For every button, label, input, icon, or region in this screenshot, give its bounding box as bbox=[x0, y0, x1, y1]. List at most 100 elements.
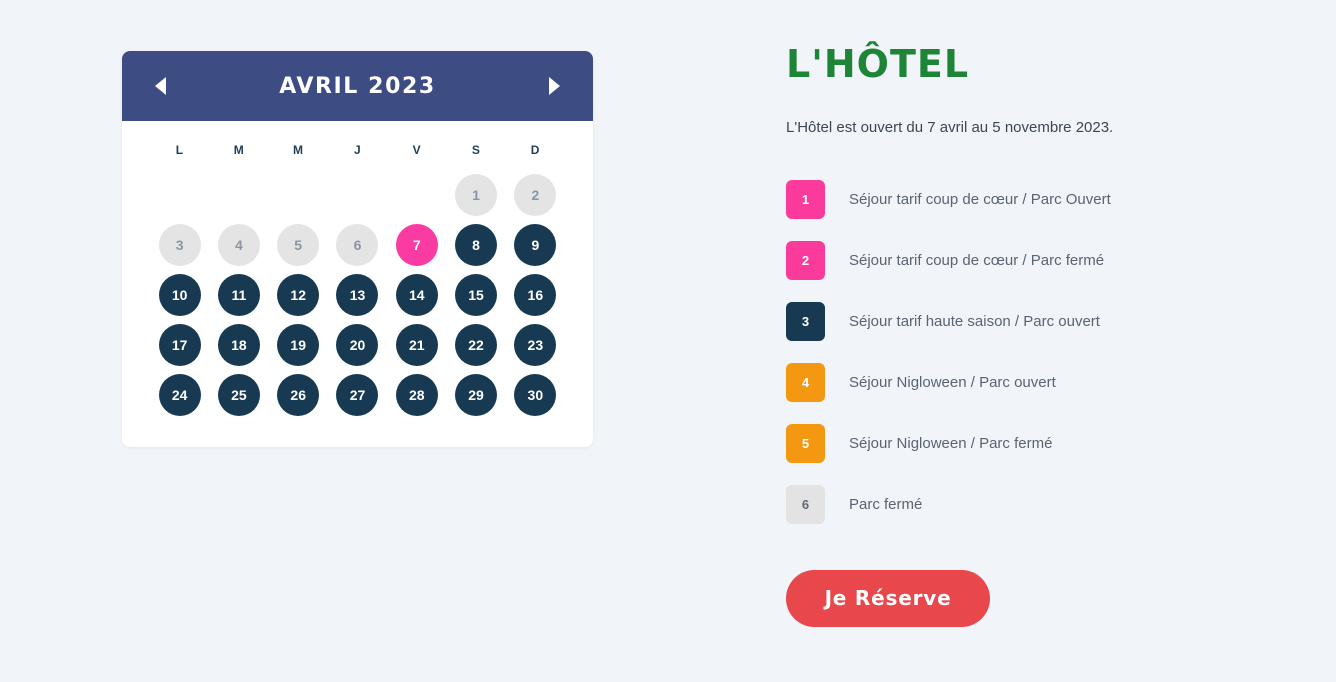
calendar-day-25[interactable]: 25 bbox=[217, 374, 260, 416]
calendar-day-cell: 9 bbox=[506, 223, 565, 267]
calendar-day-cell: 27 bbox=[328, 373, 387, 417]
calendar-day-cell: 1 bbox=[446, 173, 505, 217]
calendar-day-cell: 26 bbox=[269, 373, 328, 417]
calendar-day-3: 3 bbox=[158, 224, 201, 266]
calendar-day-cell: 6 bbox=[328, 223, 387, 267]
calendar-day-cell: 13 bbox=[328, 273, 387, 317]
calendar-day-11[interactable]: 11 bbox=[217, 274, 260, 316]
calendar-day-cell: 20 bbox=[328, 323, 387, 367]
calendar-day-24[interactable]: 24 bbox=[158, 374, 201, 416]
weekday-label: M bbox=[293, 143, 304, 157]
calendar-day-cell: 16 bbox=[506, 273, 565, 317]
legend-label: Séjour tarif haute saison / Parc ouvert bbox=[849, 312, 1100, 330]
calendar-day-cell: 24 bbox=[150, 373, 209, 417]
calendar-days-grid: 1 2 3 4 5 6 7 8 9 10 11 12 13 14 15 16 17 18 19 20 21 22 23 24 2… bbox=[122, 157, 593, 447]
calendar-month-title: AVRIL 2023 bbox=[279, 73, 436, 99]
calendar-day-cell: 23 bbox=[506, 323, 565, 367]
calendar-day-22[interactable]: 22 bbox=[455, 324, 498, 366]
legend-item: 4 Séjour Nigloween / Parc ouvert bbox=[786, 352, 1256, 413]
calendar-day-cell: 19 bbox=[269, 323, 328, 367]
calendar-day-empty bbox=[328, 173, 387, 217]
legend-label: Séjour Nigloween / Parc ouvert bbox=[849, 373, 1056, 391]
legend-swatch-5: 5 bbox=[786, 423, 825, 463]
calendar-day-cell: 28 bbox=[387, 373, 446, 417]
weekday-label: S bbox=[471, 143, 481, 157]
calendar-day-8[interactable]: 8 bbox=[455, 224, 498, 266]
legend-swatch-1: 1 bbox=[786, 179, 825, 219]
calendar-card: AVRIL 2023 LMMJVSD 1 2 3 4 5 6 7 8 9 10 11 12 13 14 15… bbox=[122, 51, 593, 447]
legend-list: 1 Séjour tarif coup de cœur / Parc Ouvert… bbox=[786, 169, 1256, 535]
calendar-header: AVRIL 2023 bbox=[122, 51, 593, 121]
hotel-info-panel: L'HÔTEL L'Hôtel est ouvert du 7 avril au… bbox=[786, 42, 1256, 627]
calendar-day-cell: 29 bbox=[446, 373, 505, 417]
weekday-header-row: LMMJVSD bbox=[122, 121, 593, 157]
calendar-day-29[interactable]: 29 bbox=[455, 374, 498, 416]
calendar-day-12[interactable]: 12 bbox=[277, 274, 320, 316]
prev-month-button[interactable] bbox=[148, 73, 174, 99]
legend-label: Séjour Nigloween / Parc fermé bbox=[849, 434, 1053, 452]
legend-label: Parc fermé bbox=[849, 495, 923, 513]
weekday-label: L bbox=[175, 143, 184, 157]
chevron-right-icon bbox=[544, 75, 564, 97]
calendar-day-14[interactable]: 14 bbox=[395, 274, 438, 316]
legend-swatch-2: 2 bbox=[786, 240, 825, 280]
weekday-label: J bbox=[353, 143, 362, 157]
calendar-day-cell: 3 bbox=[150, 223, 209, 267]
calendar-day-cell: 14 bbox=[387, 273, 446, 317]
calendar-day-cell: 15 bbox=[446, 273, 505, 317]
legend-item: 3 Séjour tarif haute saison / Parc ouvert bbox=[786, 291, 1256, 352]
calendar-day-7[interactable]: 7 bbox=[395, 224, 438, 266]
calendar-day-20[interactable]: 20 bbox=[336, 324, 379, 366]
legend-item: 1 Séjour tarif coup de cœur / Parc Ouvert bbox=[786, 169, 1256, 230]
calendar-day-cell: 4 bbox=[209, 223, 268, 267]
calendar-day-6: 6 bbox=[336, 224, 379, 266]
calendar-day-cell: 25 bbox=[209, 373, 268, 417]
calendar-day-30[interactable]: 30 bbox=[514, 374, 557, 416]
calendar-day-2: 2 bbox=[514, 174, 557, 216]
calendar-day-17[interactable]: 17 bbox=[158, 324, 201, 366]
calendar-day-cell: 2 bbox=[506, 173, 565, 217]
legend-swatch-4: 4 bbox=[786, 362, 825, 402]
calendar-day-19[interactable]: 19 bbox=[277, 324, 320, 366]
calendar-day-23[interactable]: 23 bbox=[514, 324, 557, 366]
calendar-day-16[interactable]: 16 bbox=[514, 274, 557, 316]
calendar-day-cell: 11 bbox=[209, 273, 268, 317]
calendar-day-cell: 22 bbox=[446, 323, 505, 367]
page-title: L'HÔTEL bbox=[786, 42, 970, 86]
reserve-button[interactable]: Je Réserve bbox=[786, 569, 990, 627]
calendar-day-empty bbox=[269, 173, 328, 217]
weekday-label: M bbox=[233, 143, 245, 157]
legend-label: Séjour tarif coup de cœur / Parc fermé bbox=[849, 251, 1105, 269]
calendar-day-empty bbox=[209, 173, 268, 217]
opening-period-text: L'Hôtel est ouvert du 7 avril au 5 novem… bbox=[786, 118, 1114, 136]
calendar-day-21[interactable]: 21 bbox=[395, 324, 438, 366]
calendar-day-18[interactable]: 18 bbox=[217, 324, 260, 366]
calendar-day-cell: 10 bbox=[150, 273, 209, 317]
calendar-day-28[interactable]: 28 bbox=[395, 374, 438, 416]
calendar-day-4: 4 bbox=[217, 224, 260, 266]
calendar-day-cell: 12 bbox=[269, 273, 328, 317]
calendar-day-9[interactable]: 9 bbox=[514, 224, 557, 266]
calendar-day-13[interactable]: 13 bbox=[336, 274, 379, 316]
weekday-label: D bbox=[530, 143, 540, 157]
calendar-day-10[interactable]: 10 bbox=[158, 274, 201, 316]
legend-item: 6 Parc fermé bbox=[786, 474, 1256, 535]
calendar-day-5: 5 bbox=[277, 224, 320, 266]
legend-swatch-6: 6 bbox=[786, 484, 825, 524]
legend-swatch-3: 3 bbox=[786, 301, 825, 341]
legend-item: 5 Séjour Nigloween / Parc fermé bbox=[786, 413, 1256, 474]
calendar-day-cell: 7 bbox=[387, 223, 446, 267]
calendar-day-cell: 21 bbox=[387, 323, 446, 367]
calendar-day-cell: 5 bbox=[269, 223, 328, 267]
calendar-day-27[interactable]: 27 bbox=[336, 374, 379, 416]
calendar-day-empty bbox=[387, 173, 446, 217]
calendar-day-15[interactable]: 15 bbox=[455, 274, 498, 316]
calendar-day-cell: 17 bbox=[150, 323, 209, 367]
legend-label: Séjour tarif coup de cœur / Parc Ouvert bbox=[849, 190, 1111, 208]
chevron-left-icon bbox=[151, 75, 171, 97]
calendar-day-1: 1 bbox=[455, 174, 498, 216]
weekday-label: V bbox=[412, 143, 421, 157]
calendar-day-26[interactable]: 26 bbox=[277, 374, 320, 416]
next-month-button[interactable] bbox=[541, 73, 567, 99]
calendar-day-cell: 30 bbox=[506, 373, 565, 417]
